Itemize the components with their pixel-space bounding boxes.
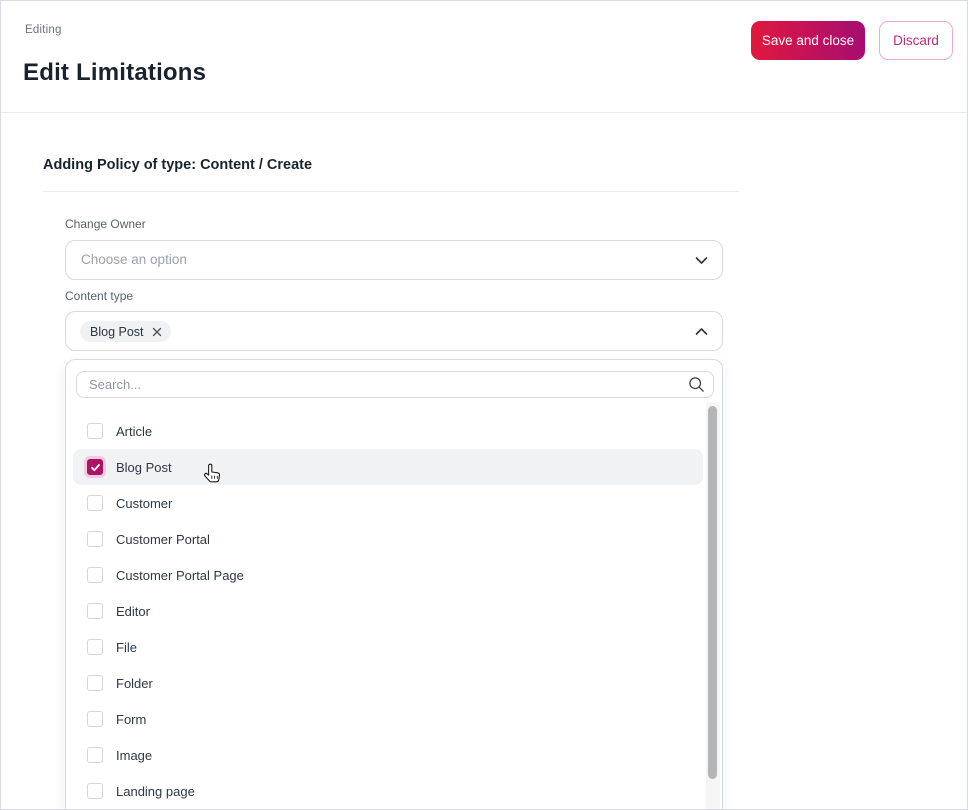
checkbox-checked-icon[interactable]	[87, 459, 103, 475]
selected-chip: Blog Post	[80, 321, 171, 342]
checkbox-icon[interactable]	[87, 603, 103, 619]
eyebrow-text: Editing	[25, 24, 62, 36]
list-item[interactable]: Landing page	[73, 773, 703, 809]
scrollbar-thumb[interactable]	[708, 406, 717, 779]
checkbox-icon[interactable]	[87, 567, 103, 583]
option-label: Image	[116, 747, 153, 763]
checkbox-icon[interactable]	[87, 711, 103, 727]
list-item[interactable]: Customer	[73, 485, 703, 521]
change-owner-select[interactable]: Choose an option	[65, 240, 723, 280]
save-and-close-button[interactable]: Save and close	[751, 21, 865, 60]
option-label: Blog Post	[116, 459, 172, 475]
change-owner-placeholder: Choose an option	[81, 252, 187, 267]
edit-limitations-page: Editing Edit Limitations Save and close …	[0, 0, 968, 810]
search-field	[76, 371, 714, 398]
option-label: File	[116, 639, 137, 655]
option-label: Customer Portal	[116, 531, 210, 547]
option-label: Customer	[116, 495, 173, 511]
list-item[interactable]: Customer Portal	[73, 521, 703, 557]
list-item[interactable]: Form	[73, 701, 703, 737]
checkbox-icon[interactable]	[87, 639, 103, 655]
search-input[interactable]	[76, 371, 714, 398]
checkbox-icon[interactable]	[87, 747, 103, 763]
list-item[interactable]: Article	[73, 413, 703, 449]
option-label: Customer Portal Page	[116, 567, 244, 583]
page-title: Edit Limitations	[23, 59, 207, 86]
chevron-down-icon	[695, 257, 708, 264]
header: Editing Edit Limitations Save and close …	[1, 1, 967, 113]
content-type-label: Content type	[65, 289, 134, 303]
option-label: Landing page	[116, 783, 195, 799]
checkbox-icon[interactable]	[87, 531, 103, 547]
chevron-up-icon	[695, 328, 708, 335]
content-type-multiselect[interactable]: Blog Post	[65, 311, 723, 351]
chip-remove-x-icon[interactable]	[152, 327, 162, 337]
list-item[interactable]: Editor	[73, 593, 703, 629]
change-owner-label: Change Owner	[65, 217, 146, 231]
list-item[interactable]: Image	[73, 737, 703, 773]
checkbox-icon[interactable]	[87, 495, 103, 511]
discard-button[interactable]: Discard	[879, 21, 953, 60]
checkbox-icon[interactable]	[87, 423, 103, 439]
option-label: Folder	[116, 675, 153, 691]
list-item[interactable]: Blog Post	[73, 449, 703, 485]
option-label: Article	[116, 423, 153, 439]
checkbox-icon[interactable]	[87, 675, 103, 691]
scrollbar-track[interactable]	[706, 402, 720, 809]
option-label: Editor	[116, 603, 150, 619]
option-list: Article Blog Post Customer Customer Portal C…	[66, 413, 722, 809]
option-label: Form	[116, 711, 147, 727]
checkbox-icon[interactable]	[87, 783, 103, 799]
content-type-dropdown-panel: Article Blog Post Customer Customer Portal C…	[65, 359, 723, 809]
section-heading: Adding Policy of type: Content / Create	[43, 157, 313, 173]
list-item[interactable]: Folder	[73, 665, 703, 701]
list-item[interactable]: Customer Portal Page	[73, 557, 703, 593]
section-divider	[43, 191, 739, 192]
list-item[interactable]: File	[73, 629, 703, 665]
magnifier-icon	[689, 377, 704, 392]
chip-label: Blog Post	[90, 324, 144, 339]
header-actions: Save and close Discard	[751, 21, 953, 60]
